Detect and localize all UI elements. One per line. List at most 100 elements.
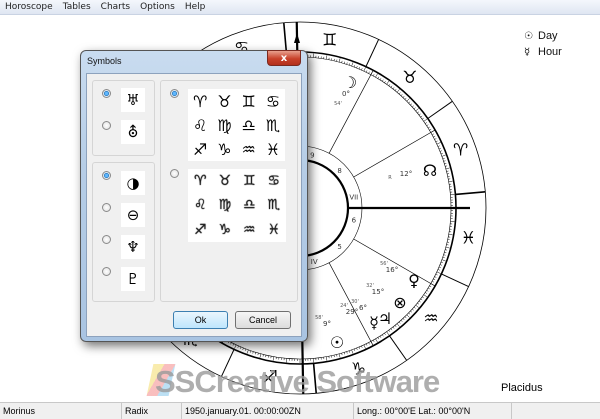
watermark: SSCreative Software — [155, 364, 440, 399]
pluto-radio-2[interactable] — [102, 203, 111, 212]
degree-tick — [426, 290, 429, 292]
uranus-radio-1[interactable] — [102, 89, 111, 98]
degree-tick — [429, 285, 432, 288]
degree-tick — [427, 287, 430, 290]
degree-tick — [368, 342, 370, 345]
planet-sun-icon: ☉ — [330, 333, 344, 352]
degree-tick — [343, 352, 345, 355]
degree-tick — [252, 351, 254, 354]
legend-day: ☉ Day — [524, 30, 558, 42]
degree-tick — [392, 87, 395, 90]
degree-tick — [422, 117, 424, 120]
planet-fortune-icon: ⊗ — [393, 293, 406, 312]
zodiac-picture-radio[interactable] — [170, 169, 179, 178]
degree-tick — [356, 66, 358, 69]
degree-tick — [394, 325, 397, 328]
degree-tick — [417, 111, 420, 114]
sign-11: ♓ — [461, 229, 476, 249]
pluto-icon-4: ♇ — [121, 267, 145, 291]
planet-minutes: 32' — [366, 283, 374, 289]
sign-boundary — [427, 100, 453, 119]
degree-tick — [398, 321, 401, 324]
degree-tick — [444, 251, 447, 253]
zodiac-glyph-10: ♒ — [241, 139, 256, 159]
zodiac-picture-4: ♌ — [193, 197, 207, 214]
degree-tick — [246, 349, 249, 354]
planet-degree: 15° — [372, 288, 384, 296]
degree-tick — [429, 128, 432, 131]
menu-charts[interactable]: Charts — [96, 0, 135, 14]
degree-tick — [404, 97, 407, 100]
house-label: 9 — [310, 151, 314, 159]
dialog-body: ♅ ⛢ ◑ ⊖ ♆ ♇ ♈ ♉ ♊ ♋ ♌ ♍ ♎ ♏ ♐ ♑ ♒ ♓ ♈ ♉ ♊ ♋ ♌ ♍ ♎ ♏ ♐ ♑ ♒ ♓ Ok… — [86, 73, 302, 337]
zodiac-glyph-2: ♊ — [241, 91, 256, 111]
degree-tick — [408, 101, 411, 104]
degree-tick — [441, 154, 446, 157]
zodiac-glyph-7: ♏ — [265, 115, 281, 135]
pluto-group: ◑ ⊖ ♆ ♇ — [92, 162, 155, 302]
close-button[interactable]: x — [267, 50, 301, 66]
pluto-radio-3[interactable] — [102, 235, 111, 244]
menu-options[interactable]: Options — [135, 0, 180, 14]
dialog-title: Symbols — [87, 56, 122, 66]
degree-tick — [435, 273, 438, 276]
zodiac-glyph-0: ♈ — [192, 91, 208, 111]
degree-tick — [422, 296, 424, 299]
zodiac-picture-7: ♏ — [267, 197, 281, 214]
degree-tick — [440, 152, 443, 155]
degree-tick — [368, 71, 370, 74]
degree-tick — [396, 89, 400, 93]
sign-boundary — [365, 39, 380, 67]
degree-tick — [434, 276, 437, 278]
degree-tick — [353, 348, 356, 351]
zodiac-glyph-radio[interactable] — [170, 89, 179, 98]
degree-tick — [346, 62, 348, 65]
degree-tick — [437, 145, 440, 147]
degree-tick — [361, 68, 363, 71]
degree-tick — [402, 95, 405, 98]
uranus-radio-2[interactable] — [102, 121, 111, 130]
degree-tick — [410, 310, 413, 313]
degree-tick — [406, 98, 410, 102]
cancel-button[interactable]: Cancel — [235, 311, 291, 329]
zodiac-group: ♈ ♉ ♊ ♋ ♌ ♍ ♎ ♏ ♐ ♑ ♒ ♓ ♈ ♉ ♊ ♋ ♌ ♍ ♎ ♏ ♐ ♑ ♒ ♓ — [160, 80, 298, 302]
degree-tick — [412, 105, 414, 108]
degree-tick — [244, 348, 247, 351]
degree-tick — [363, 67, 366, 72]
degree-tick — [400, 94, 403, 96]
zodiac-picture-3: ♋ — [267, 173, 281, 190]
degree-tick — [234, 344, 237, 349]
zodiac-picture-2: ♊ — [242, 173, 256, 190]
pluto-radio-4[interactable] — [102, 267, 111, 276]
planet-minutes: R — [388, 175, 392, 181]
degree-tick — [442, 256, 445, 259]
degree-tick — [448, 233, 453, 236]
zodiac-picture-5: ♍ — [218, 197, 232, 214]
planet-minutes: 56' — [380, 261, 388, 267]
pluto-radio-1[interactable] — [102, 171, 111, 180]
zodiac-picture-0: ♈ — [193, 173, 207, 190]
degree-tick — [386, 331, 390, 336]
degree-tick — [440, 261, 443, 264]
degree-tick — [410, 103, 413, 106]
degree-tick — [431, 133, 434, 136]
planet-minutes: 54' — [334, 101, 342, 107]
menu-help[interactable]: Help — [180, 0, 211, 14]
degree-tick — [426, 124, 429, 126]
zodiac-picture-11: ♓ — [267, 221, 281, 238]
zodiac-picture-preview: ♈ ♉ ♊ ♋ ♌ ♍ ♎ ♏ ♐ ♑ ♒ ♓ — [188, 169, 286, 242]
menu-tables[interactable]: Tables — [58, 0, 96, 14]
ok-button[interactable]: Ok — [173, 311, 228, 329]
degree-tick — [444, 163, 447, 165]
house-label: 5 — [337, 243, 341, 251]
sign-10: ♒ — [423, 309, 438, 329]
degree-tick — [382, 334, 384, 337]
menu-horoscope[interactable]: Horoscope — [0, 0, 58, 14]
degree-tick — [420, 115, 423, 118]
zodiac-glyph-6: ♎ — [241, 115, 256, 135]
sign-0: ♈ — [453, 141, 468, 161]
pluto-icon-2: ⊖ — [121, 203, 145, 227]
uranus-group: ♅ ⛢ — [92, 80, 155, 156]
zodiac-glyph-1: ♉ — [217, 91, 232, 111]
degree-tick — [351, 349, 354, 354]
